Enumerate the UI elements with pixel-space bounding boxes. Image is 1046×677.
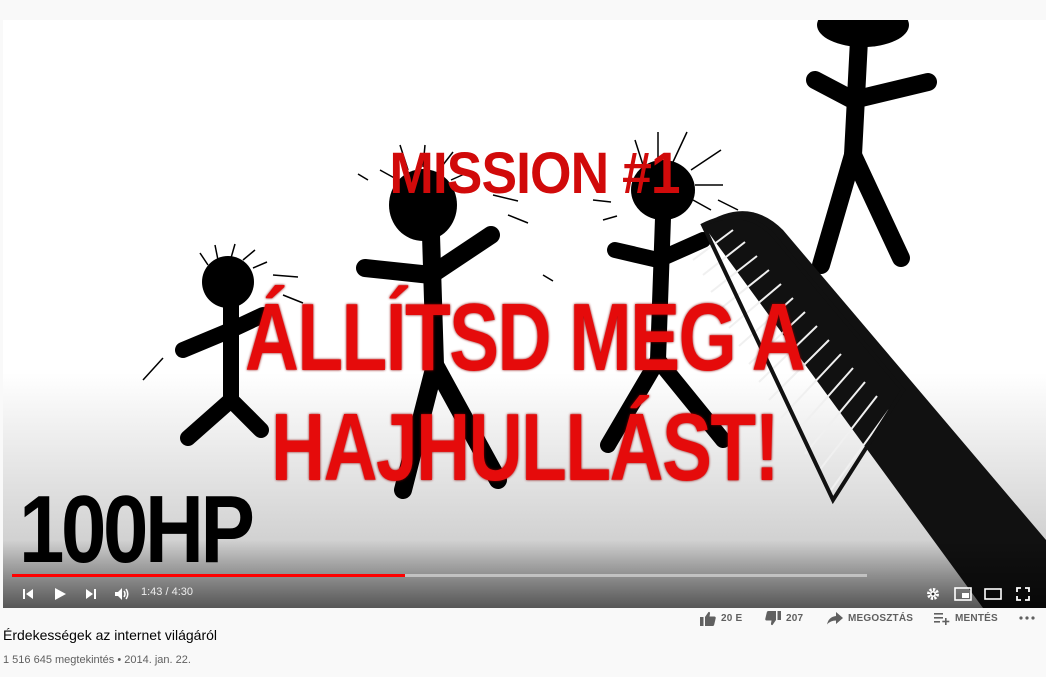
thumbs-up-icon xyxy=(700,611,716,626)
dislike-count: 207 xyxy=(786,612,804,624)
volume-icon xyxy=(115,588,129,600)
video-player[interactable]: MISSION #1 ÁLLÍTSD MEG A HAJHULLÁST! 100… xyxy=(3,20,1046,608)
more-horizontal-icon xyxy=(1019,616,1035,620)
play-icon xyxy=(55,588,66,600)
miniplayer-icon xyxy=(954,587,972,601)
time-display: 1:43 / 4:30 xyxy=(141,586,193,598)
play-button[interactable] xyxy=(50,584,70,604)
theater-mode-icon xyxy=(984,588,1002,600)
mute-button[interactable] xyxy=(111,584,133,604)
save-button[interactable]: MENTÉS xyxy=(934,608,998,628)
thumbnail-headline: ÁLLÍTSD MEG A HAJHULLÁST! xyxy=(244,284,806,501)
next-button[interactable] xyxy=(82,584,100,604)
save-label: MENTÉS xyxy=(955,612,998,624)
video-meta: 1 516 645 megtekintés • 2014. jan. 22. xyxy=(3,654,191,666)
miniplayer-button[interactable] xyxy=(952,584,974,604)
progress-bar[interactable] xyxy=(12,574,867,577)
gear-icon xyxy=(927,588,939,600)
like-count: 20 E xyxy=(721,612,743,624)
share-button[interactable]: MEGOSZTÁS xyxy=(827,608,913,628)
dislike-button[interactable]: 207 xyxy=(765,608,803,628)
progress-bar-played xyxy=(12,574,406,577)
like-button[interactable]: 20 E xyxy=(700,608,742,628)
thumbnail-mission-text: MISSION #1 xyxy=(389,141,680,206)
playlist-add-icon xyxy=(934,612,950,625)
theater-mode-button[interactable] xyxy=(982,584,1004,604)
video-title: Érdekességek az internet világáról xyxy=(3,627,218,643)
more-actions-button[interactable] xyxy=(1018,608,1036,628)
skip-next-icon xyxy=(86,589,96,599)
share-label: MEGOSZTÁS xyxy=(848,612,914,624)
fullscreen-button[interactable] xyxy=(1012,584,1034,604)
skip-previous-icon xyxy=(23,589,33,599)
fullscreen-icon xyxy=(1016,587,1030,601)
previous-button[interactable] xyxy=(19,584,37,604)
settings-button[interactable] xyxy=(923,584,943,604)
thumbs-down-icon xyxy=(765,610,781,625)
video-info: Érdekességek az internet világáról 1 516… xyxy=(0,608,1046,677)
share-arrow-icon xyxy=(827,611,843,624)
